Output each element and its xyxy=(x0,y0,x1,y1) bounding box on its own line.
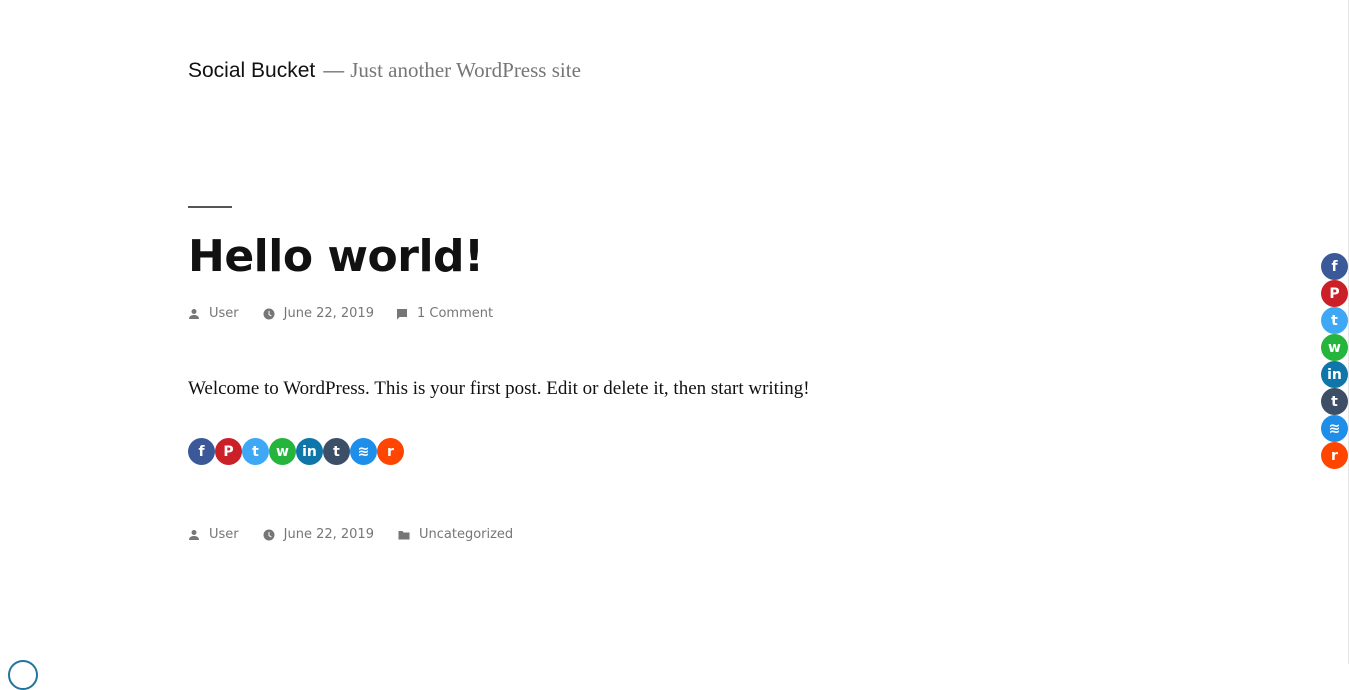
facebook-icon: f xyxy=(198,443,205,460)
whatsapp-icon: w xyxy=(276,443,289,460)
site-branding: Social Bucket — Just another WordPress sit… xyxy=(188,58,581,83)
floating-share-facebook-button[interactable]: f xyxy=(1321,253,1348,280)
tumblr-icon: t xyxy=(333,443,340,460)
share-twitter-button[interactable]: t xyxy=(242,438,269,465)
site-title-separator: — xyxy=(323,59,345,82)
post-author[interactable]: User xyxy=(188,306,239,321)
floating-share-pinterest-button[interactable]: P xyxy=(1321,280,1348,307)
twitter-icon: t xyxy=(1331,312,1338,329)
post-title: Hello world! xyxy=(188,231,484,282)
floating-share-whatsapp-button[interactable]: w xyxy=(1321,334,1348,361)
linkedin-icon: in xyxy=(1327,366,1342,383)
floating-share-buffer-button[interactable]: ≋ xyxy=(1321,415,1348,442)
site-title-link[interactable]: Social Bucket xyxy=(188,59,315,82)
floating-share-tumblr-button[interactable]: t xyxy=(1321,388,1348,415)
floating-share-reddit-button[interactable]: r xyxy=(1321,442,1348,469)
reddit-icon: r xyxy=(387,443,394,460)
reddit-icon: r xyxy=(1331,447,1338,464)
twitter-icon: t xyxy=(252,443,259,460)
post-category-link[interactable]: Uncategorized xyxy=(419,527,513,542)
whatsapp-icon: w xyxy=(1328,339,1341,356)
share-facebook-button[interactable]: f xyxy=(188,438,215,465)
share-reddit-button[interactable]: r xyxy=(377,438,404,465)
clock-icon xyxy=(263,308,275,320)
post-date-footer[interactable]: June 22, 2019 xyxy=(263,527,374,542)
title-divider xyxy=(188,206,232,208)
pinterest-icon: P xyxy=(223,443,234,460)
share-linkedin-button[interactable]: in xyxy=(296,438,323,465)
buffer-icon: ≋ xyxy=(357,443,370,460)
post-content: Welcome to WordPress. This is your first… xyxy=(188,378,810,399)
post-author-footer[interactable]: User xyxy=(188,527,239,542)
inline-share-buttons: f Pt w in t ≋ r xyxy=(188,438,404,465)
linkedin-icon: in xyxy=(302,443,317,460)
post-comments[interactable]: 1 Comment xyxy=(396,306,493,321)
floating-share-bar: f Pt w in t ≋ r xyxy=(1321,253,1348,469)
floating-share-linkedin-button[interactable]: in xyxy=(1321,361,1348,388)
post-category[interactable]: Uncategorized xyxy=(398,527,513,542)
share-tumblr-button[interactable]: t xyxy=(323,438,350,465)
share-whatsapp-button[interactable]: w xyxy=(269,438,296,465)
post-meta-top: User June 22, 2019 1 Comment xyxy=(188,306,517,321)
post-date[interactable]: June 22, 2019 xyxy=(263,306,374,321)
buffer-icon: ≋ xyxy=(1328,420,1341,437)
post-date-text[interactable]: June 22, 2019 xyxy=(284,527,374,542)
post-date-text[interactable]: June 22, 2019 xyxy=(284,306,374,321)
post-author-name[interactable]: User xyxy=(209,306,239,321)
tumblr-icon: t xyxy=(1331,393,1338,410)
pinterest-icon: P xyxy=(1329,285,1340,302)
post-comments-link[interactable]: 1 Comment xyxy=(417,306,493,321)
floating-share-twitter-button[interactable]: t xyxy=(1321,307,1348,334)
folder-icon xyxy=(398,529,410,541)
clock-icon xyxy=(263,529,275,541)
facebook-icon: f xyxy=(1331,258,1338,275)
share-pinterest-button[interactable]: P xyxy=(215,438,242,465)
wordpress-logo-icon[interactable] xyxy=(8,660,38,690)
person-icon xyxy=(188,529,200,541)
post-author-name[interactable]: User xyxy=(209,527,239,542)
site-tagline: Just another WordPress site xyxy=(350,58,581,82)
comment-icon xyxy=(396,308,408,320)
post-meta-bottom: User June 22, 2019 Uncategorized xyxy=(188,527,537,542)
share-buffer-button[interactable]: ≋ xyxy=(350,438,377,465)
person-icon xyxy=(188,308,200,320)
